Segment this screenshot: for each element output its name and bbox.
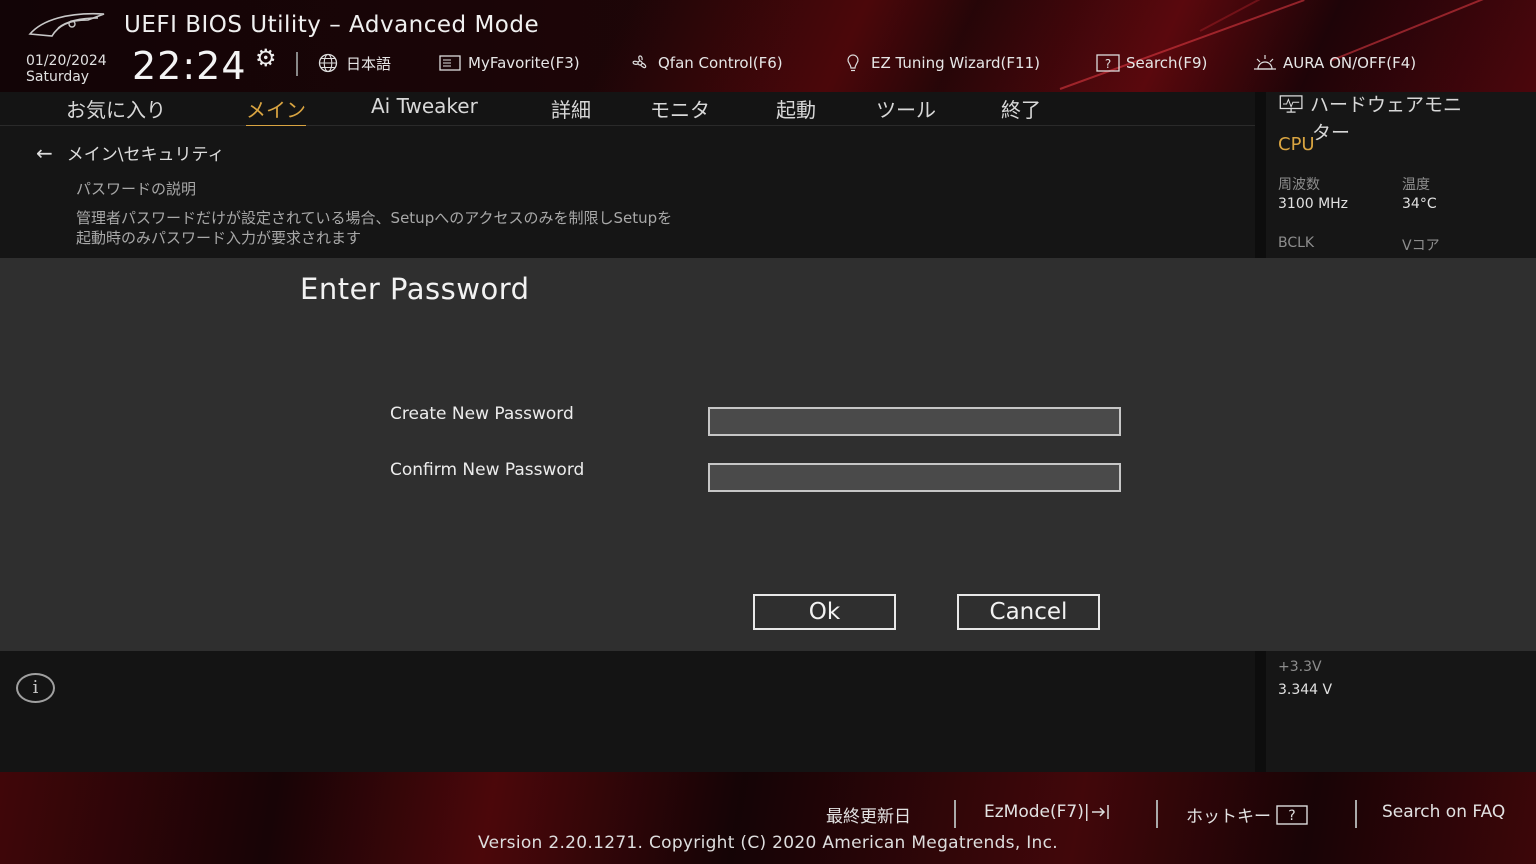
ok-button[interactable]: Ok (753, 594, 896, 630)
tool-label: EZ Tuning Wizard(F11) (871, 54, 1040, 72)
back-arrow-icon[interactable]: ← (36, 141, 53, 165)
breadcrumb[interactable]: ← メイン\セキュリティ (36, 140, 225, 166)
tab-favorites[interactable]: お気に入り (66, 94, 166, 123)
exit-arrow-icon (1091, 805, 1109, 819)
tab-monitor[interactable]: モニタ (650, 94, 710, 123)
globe-icon (318, 53, 338, 73)
myfavorite-button[interactable]: MyFavorite(F3) (438, 52, 580, 74)
ezmode-label: EzMode(F7)| (984, 802, 1090, 822)
rog-logo-icon (28, 12, 105, 37)
decor-slash (1059, 0, 1305, 90)
hardware-monitor-title-text: ター (1312, 122, 1351, 144)
temperature-label: 温度 (1402, 177, 1430, 193)
dialog-title: Enter Password (300, 272, 530, 306)
frequency-value: 3100 MHz (1278, 196, 1349, 212)
language-button[interactable]: 日本語 (316, 52, 391, 74)
password-dialog: Enter Password Create New Password Confi… (0, 258, 1536, 651)
svg-text:?: ? (1105, 57, 1111, 71)
help-icon: ? (1276, 804, 1308, 825)
ez-tuning-button[interactable]: EZ Tuning Wizard(F11) (841, 52, 1040, 74)
help-panel: i (0, 651, 1255, 772)
temperature-value: 34°C (1402, 196, 1437, 212)
main-tabs: お気に入り メイン Ai Tweaker 詳細 モニタ 起動 ツール 終了 (0, 92, 1255, 127)
monitor-icon (1279, 95, 1303, 113)
footer-divider (1156, 800, 1158, 828)
date-display: 01/20/2024 (26, 53, 107, 69)
breadcrumb-label: メイン\セキュリティ (66, 145, 225, 165)
create-password-input[interactable] (708, 407, 1121, 436)
v33-value: 3.344 V (1278, 682, 1333, 698)
vcore-label: Vコア (1402, 238, 1440, 254)
description-text: 管理者パスワードだけが設定されている場合、Setupへのアクセスのみを制限しSe… (76, 208, 672, 248)
confirm-password-input[interactable] (708, 463, 1121, 492)
tool-label: Search(F9) (1126, 54, 1208, 72)
last-modified-button[interactable]: 最終更新日 (826, 802, 911, 827)
fan-icon (632, 55, 647, 69)
search-button[interactable]: ? Search(F9) (1096, 52, 1207, 74)
cancel-button[interactable]: Cancel (957, 594, 1100, 630)
tool-label: MyFavorite(F3) (468, 54, 580, 72)
frequency-label: 周波数 (1278, 177, 1320, 193)
info-icon: i (16, 673, 55, 703)
confirm-password-label: Confirm New Password (390, 460, 585, 480)
hardware-monitor-panel: ハードウェアモニ ター CPU 周波数 温度 3100 MHz 34°C BCL… (1266, 92, 1536, 258)
aura-icon (1254, 55, 1276, 70)
footer-bar: 最終更新日 EzMode(F7)| ホットキー ? Search on FAQ … (0, 772, 1536, 864)
search-faq-button[interactable]: Search on FAQ (1382, 802, 1505, 822)
copyright-text: Version 2.20.1271. Copyright (C) 2020 Am… (0, 833, 1536, 853)
ezmode-button[interactable]: EzMode(F7)| (984, 802, 1112, 822)
copyright-label: Version 2.20.1271. Copyright (C) 2020 Am… (478, 833, 1058, 853)
cpu-section-title: CPU (1278, 134, 1315, 155)
v33-label: +3.3V (1278, 659, 1322, 675)
tab-exit[interactable]: 終了 (1001, 94, 1041, 123)
aura-button[interactable]: AURA ON/OFF(F4) (1253, 52, 1416, 74)
tool-label: 日本語 (346, 54, 392, 73)
tool-label: Qfan Control(F6) (658, 54, 783, 72)
bclk-label: BCLK (1278, 235, 1315, 251)
clock-display: 22:24 (132, 44, 247, 88)
svg-text:?: ? (1288, 808, 1295, 824)
hardware-monitor-lower: +3.3V 3.344 V (1266, 651, 1536, 772)
bulb-icon (847, 54, 859, 72)
hardware-monitor-title-text: ハードウェアモニ (1310, 94, 1463, 116)
tool-label: AURA ON/OFF(F4) (1283, 54, 1417, 72)
app-title: UEFI BIOS Utility – Advanced Mode (124, 12, 540, 38)
tab-boot[interactable]: 起動 (776, 94, 816, 123)
hotkeys-button[interactable]: ホットキー ? (1186, 802, 1309, 827)
footer-divider (954, 800, 956, 828)
search-help-icon: ? (1096, 54, 1120, 72)
main-content: ← メイン\セキュリティ パスワードの説明 管理者パスワードだけが設定されている… (0, 126, 1255, 258)
day-display: Saturday (26, 69, 90, 85)
qfan-button[interactable]: Qfan Control(F6) (628, 52, 783, 74)
description-line: 起動時のみパスワード入力が要求されます (76, 229, 362, 247)
description-line: 管理者パスワードだけが設定されている場合、Setupへのアクセスのみを制限しSe… (76, 209, 673, 227)
hardware-monitor-title: ハードウェアモニ (1278, 94, 1518, 116)
header-divider (296, 52, 298, 76)
tab-tool[interactable]: ツール (876, 94, 936, 123)
favorite-icon (439, 55, 461, 71)
tab-ai-tweaker[interactable]: Ai Tweaker (371, 94, 478, 118)
create-password-label: Create New Password (390, 404, 574, 424)
top-header: UEFI BIOS Utility – Advanced Mode 01/20/… (0, 0, 1536, 92)
description-title: パスワードの説明 (76, 180, 197, 198)
tab-main[interactable]: メイン (246, 94, 306, 127)
hotkeys-label: ホットキー (1186, 807, 1271, 827)
gear-icon[interactable]: ⚙ (255, 46, 281, 72)
tab-advanced[interactable]: 詳細 (551, 94, 591, 123)
footer-divider (1355, 800, 1357, 828)
